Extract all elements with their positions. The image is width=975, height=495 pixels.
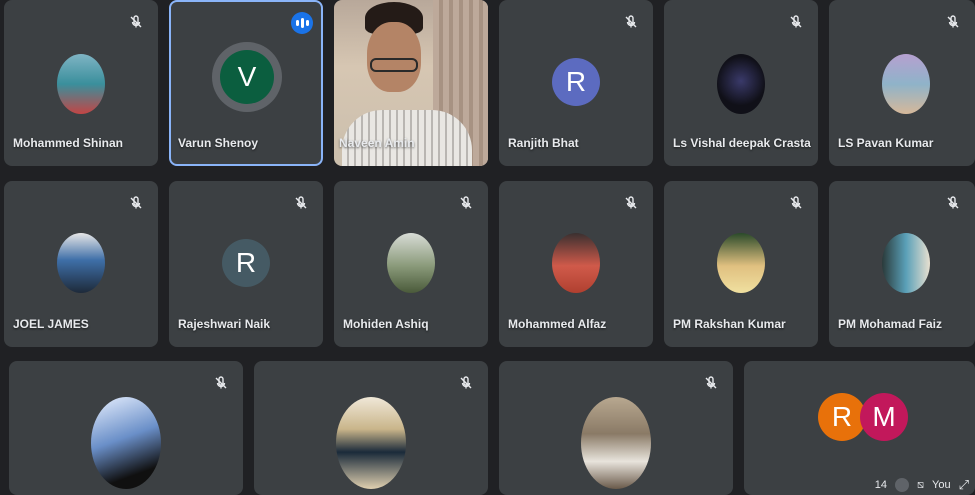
participant-name: Rajeshwari Naik <box>178 317 271 331</box>
others-count: 14 <box>874 479 888 491</box>
participant-tile[interactable]: Mohammed Alfaz <box>499 181 653 347</box>
video-participant-name: Naveen Amin <box>339 136 415 150</box>
video-person <box>367 22 421 92</box>
avatar <box>882 233 930 293</box>
avatar <box>581 397 651 489</box>
participant-name: LS Pavan Kumar <box>838 136 934 150</box>
mic-off-icon <box>458 375 474 391</box>
avatar <box>57 233 105 293</box>
mic-off-icon <box>703 375 719 391</box>
mic-off-icon <box>788 195 804 211</box>
you-label: You <box>932 479 951 491</box>
participant-name: Mohammed Alfaz <box>508 317 607 331</box>
avatar <box>387 233 435 293</box>
participant-tile[interactable] <box>9 361 243 495</box>
mic-off-icon <box>623 195 639 211</box>
meeting-grid: Mohammed Shinan V Varun Shenoy R Ranjith… <box>0 0 975 495</box>
avatar: R <box>222 239 270 287</box>
participant-tile[interactable]: JOEL JAMES <box>4 181 158 347</box>
avatar-letter: R <box>565 66 587 97</box>
mic-off-icon <box>293 195 309 211</box>
participant-name: PM Rakshan Kumar <box>673 317 786 331</box>
avatar-letter: V <box>237 61 257 92</box>
avatar-letter: R <box>235 247 257 278</box>
participant-name: Mohiden Ashiq <box>343 317 429 331</box>
participant-name: Ls Vishal deepak Crasta <box>673 136 811 150</box>
avatar <box>57 54 105 114</box>
avatar <box>882 54 930 114</box>
participant-name: Varun Shenoy <box>178 136 259 150</box>
participant-tile[interactable]: PM Rakshan Kumar <box>664 181 818 347</box>
participant-name: Mohammed Shinan <box>13 136 124 150</box>
avatar-letter: M <box>872 401 896 432</box>
mic-off-icon <box>945 14 961 30</box>
participant-tile[interactable]: LS Pavan Kumar <box>829 0 975 166</box>
overflow-tile[interactable]: R M 14 ⧅ You ⤢ <box>744 361 975 495</box>
avatar <box>717 233 765 293</box>
participant-tile[interactable] <box>254 361 488 495</box>
camera-off-icon[interactable]: ⧅ <box>917 479 924 492</box>
info-icon[interactable] <box>895 478 910 492</box>
overflow-controls: 14 ⧅ You ⤢ <box>869 475 975 495</box>
expand-icon[interactable]: ⤢ <box>959 477 969 493</box>
avatar-ring: V <box>212 42 282 112</box>
mic-off-icon <box>788 14 804 30</box>
participant-name: JOEL JAMES <box>13 317 89 331</box>
participant-tile[interactable]: Mohiden Ashiq <box>334 181 488 347</box>
avatar <box>717 54 765 114</box>
avatar: R <box>552 58 600 106</box>
audio-wave-icon <box>291 12 313 34</box>
avatar <box>336 397 406 489</box>
participant-tile[interactable]: R Ranjith Bhat <box>499 0 653 166</box>
avatar: R <box>818 393 866 441</box>
avatar-letter: R <box>831 401 853 432</box>
mic-off-icon <box>458 195 474 211</box>
participant-tile-active[interactable]: V Varun Shenoy <box>169 0 323 166</box>
participant-tile[interactable]: Ls Vishal deepak Crasta <box>664 0 818 166</box>
participant-tile[interactable]: Mohammed Shinan <box>4 0 158 166</box>
mic-off-icon <box>213 375 229 391</box>
mic-off-icon <box>128 195 144 211</box>
mic-off-icon <box>945 195 961 211</box>
mic-off-icon <box>623 14 639 30</box>
avatar <box>91 397 161 489</box>
participant-name: Ranjith Bhat <box>508 136 579 150</box>
participant-tile[interactable]: PM Mohamad Faiz <box>829 181 975 347</box>
avatar: M <box>860 393 908 441</box>
avatar: V <box>220 50 274 104</box>
avatar <box>552 233 600 293</box>
participant-tile[interactable] <box>499 361 733 495</box>
mic-off-icon <box>128 14 144 30</box>
participant-name: PM Mohamad Faiz <box>838 317 943 331</box>
video-person <box>370 58 418 72</box>
participant-tile[interactable]: R Rajeshwari Naik <box>169 181 323 347</box>
